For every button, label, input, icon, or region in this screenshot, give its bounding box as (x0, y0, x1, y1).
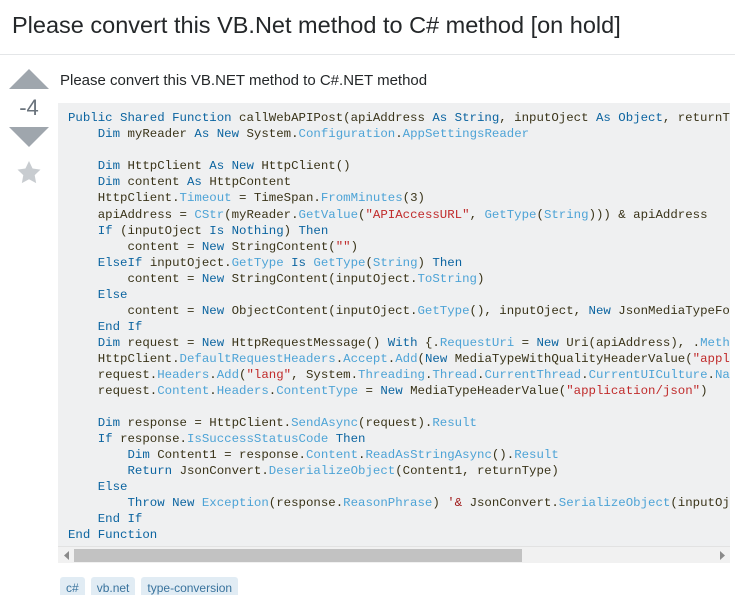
code-content: Public Shared Function callWebAPIPost(ap… (68, 111, 730, 541)
tag-list: c# vb.net type-conversion (58, 563, 735, 595)
question-header: Please convert this VB.Net method to C# … (0, 0, 735, 54)
caret-right-icon[interactable] (714, 547, 730, 563)
post-body: Please convert this VB.NET method to C#.… (58, 65, 735, 595)
star-icon[interactable] (14, 158, 44, 187)
post-intro-text: Please convert this VB.NET method to C#.… (60, 71, 428, 89)
scrollbar-track[interactable] (74, 547, 714, 564)
question-page: Please convert this VB.Net method to C# … (0, 0, 735, 595)
code-block[interactable]: Public Shared Function callWebAPIPost(ap… (58, 103, 730, 564)
triangle-up-icon[interactable] (9, 68, 49, 89)
scrollbar-thumb[interactable] (74, 548, 522, 562)
tag-c#[interactable]: c# (60, 577, 85, 595)
page-title: Please convert this VB.Net method to C# … (12, 12, 621, 38)
caret-left-icon[interactable] (58, 547, 74, 563)
vote-count: -4 (19, 94, 39, 120)
tag-type-conversion[interactable]: type-conversion (141, 577, 239, 595)
tag-vb.net[interactable]: vb.net (90, 577, 136, 595)
code-horizontal-scrollbar[interactable] (58, 546, 730, 564)
vote-cell: -4 (0, 65, 58, 187)
question-post: -4 Please convert this VB.NET method to … (0, 55, 735, 595)
triangle-down-icon[interactable] (9, 126, 49, 147)
